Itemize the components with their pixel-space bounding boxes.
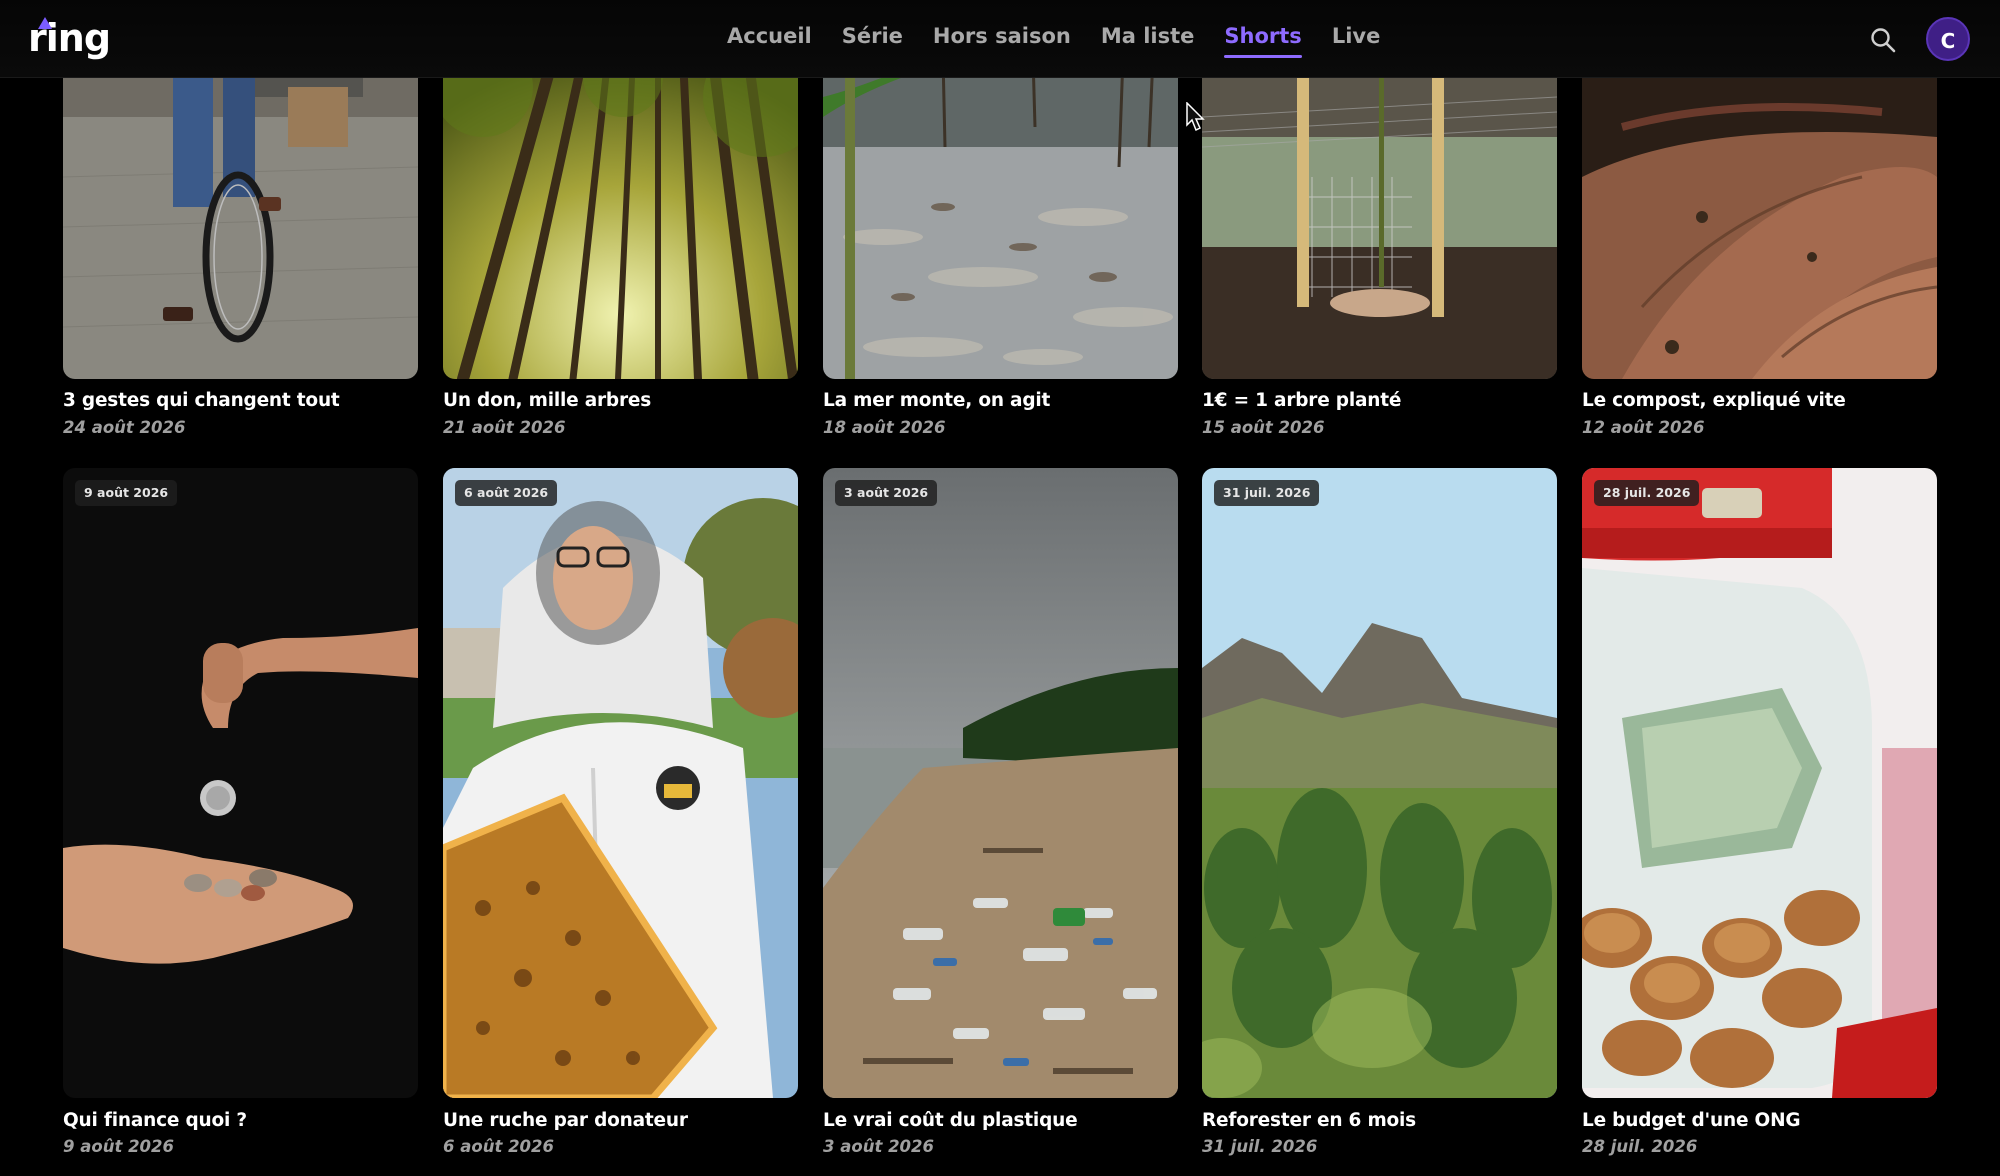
thumbnail-coins-hand: 9 août 2026: [63, 468, 418, 1098]
card-title: La mer monte, on agit: [823, 390, 1051, 411]
mouse-cursor-icon: [1186, 101, 1206, 132]
nav-item-accueil[interactable]: Accueil: [712, 20, 827, 58]
thumbnail-cyclist: [63, 57, 418, 379]
thumbnail-sea-leaves: [823, 57, 1178, 379]
nav-item-serie[interactable]: Série: [827, 20, 918, 58]
card-title: Le vrai coût du plastique: [823, 1110, 1078, 1131]
nav-item-ma-liste[interactable]: Ma liste: [1086, 20, 1210, 58]
short-card[interactable]: La mer monte, on agit 18 août 2026: [823, 57, 1178, 447]
card-date: 12 août 2026: [1582, 418, 1705, 437]
short-card[interactable]: 6 août 2026 Une ruche par donateur 6 aoû…: [443, 468, 798, 1168]
card-date: 28 juil. 2026: [1582, 1137, 1698, 1156]
thumbnail-sapling: [1202, 57, 1557, 379]
card-date: 15 août 2026: [1202, 418, 1325, 437]
search-icon[interactable]: [1868, 25, 1898, 55]
thumbnail-plastic-beach: 3 août 2026: [823, 468, 1178, 1098]
short-card[interactable]: 1€ = 1 arbre planté 15 août 2026: [1202, 57, 1557, 447]
short-card[interactable]: 28 juil. 2026 Le budget d'une ONG 28 jui…: [1582, 468, 1937, 1168]
card-title: Le budget d'une ONG: [1582, 1110, 1801, 1131]
date-badge: 28 juil. 2026: [1594, 480, 1700, 506]
main-nav: Accueil Série Hors saison Ma liste Short…: [712, 20, 1395, 58]
date-badge: 3 août 2026: [835, 480, 938, 506]
card-date: 6 août 2026: [443, 1137, 554, 1156]
card-title: Un don, mille arbres: [443, 390, 652, 411]
thumbnail-mountains: 31 juil. 2026: [1202, 468, 1557, 1098]
nav-item-live[interactable]: Live: [1317, 20, 1396, 58]
card-date: 21 août 2026: [443, 418, 566, 437]
short-card[interactable]: 31 juil. 2026 Reforester en 6 mois 31 ju…: [1202, 468, 1557, 1168]
top-bar: ring Accueil Série Hors saison Ma liste …: [0, 0, 2000, 78]
card-title: Le compost, expliqué vite: [1582, 390, 1846, 411]
short-card[interactable]: 3 août 2026 Le vrai coût du plastique 3 …: [823, 468, 1178, 1168]
short-card[interactable]: Un don, mille arbres 21 août 2026: [443, 57, 798, 447]
short-card[interactable]: Le compost, expliqué vite 12 août 2026: [1582, 57, 1937, 447]
card-date: 18 août 2026: [823, 418, 946, 437]
thumbnail-money-jar: 28 juil. 2026: [1582, 468, 1937, 1098]
avatar[interactable]: C: [1926, 17, 1970, 61]
logo-triangle-icon: [38, 17, 52, 29]
card-date: 3 août 2026: [823, 1137, 934, 1156]
card-title: 3 gestes qui changent tout: [63, 390, 340, 411]
short-card[interactable]: 9 août 2026 Qui finance quoi ? 9 août 20…: [63, 468, 418, 1168]
date-badge: 9 août 2026: [75, 480, 178, 506]
card-title: Une ruche par donateur: [443, 1110, 688, 1131]
card-title: 1€ = 1 arbre planté: [1202, 390, 1402, 411]
nav-item-hors-saison[interactable]: Hors saison: [918, 20, 1086, 58]
date-badge: 31 juil. 2026: [1214, 480, 1320, 506]
thumbnail-beekeeper: 6 août 2026: [443, 468, 798, 1098]
card-title: Reforester en 6 mois: [1202, 1110, 1416, 1131]
nav-item-shorts[interactable]: Shorts: [1209, 20, 1316, 58]
ring-logo[interactable]: ring: [28, 14, 111, 62]
card-date: 9 août 2026: [63, 1137, 174, 1156]
date-badge: 6 août 2026: [455, 480, 558, 506]
card-date: 31 juil. 2026: [1202, 1137, 1318, 1156]
short-card[interactable]: 3 gestes qui changent tout 24 août 2026: [63, 57, 418, 447]
card-title: Qui finance quoi ?: [63, 1110, 247, 1131]
card-date: 24 août 2026: [63, 418, 186, 437]
thumbnail-compost: [1582, 57, 1937, 379]
thumbnail-forest: [443, 57, 798, 379]
